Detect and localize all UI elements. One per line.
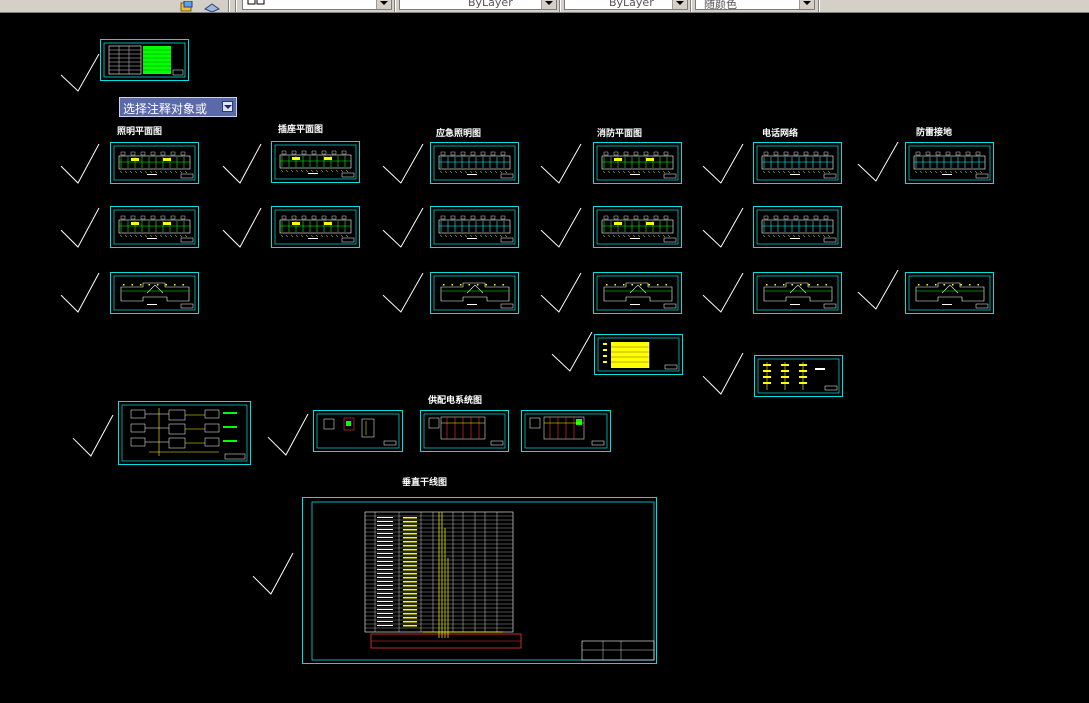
linetype-combo-value: ByLayer <box>468 0 513 9</box>
check-emergency-3-icon <box>382 272 424 314</box>
sheet-emergency-3[interactable] <box>430 272 519 314</box>
layer-combo[interactable] <box>242 0 392 10</box>
sheet-distribution-2[interactable] <box>420 410 509 452</box>
check-lighting-2-icon <box>60 207 100 249</box>
sheet-distribution-3[interactable] <box>521 410 611 452</box>
color-combo-value: 随颜色 <box>704 0 737 11</box>
sheet-lightning-3[interactable] <box>905 272 994 314</box>
lineweight-combo-value: ByLayer <box>609 0 654 9</box>
check-fire-1-icon <box>540 143 582 185</box>
sheet-weak-system[interactable] <box>754 355 843 397</box>
label-fire-plan: 消防平面图 <box>597 129 643 139</box>
sheet-distribution-1[interactable] <box>313 410 403 452</box>
sheet-fire-legend[interactable] <box>594 334 683 375</box>
check-emergency-2-icon <box>382 207 424 249</box>
sheet-power-system-main[interactable] <box>118 401 251 465</box>
sheet-lighting-1[interactable] <box>110 142 199 184</box>
layer-previous-icon[interactable] <box>203 0 221 12</box>
sheet-riser-diagram[interactable] <box>302 497 657 664</box>
label-power-system: 供配电系统图 <box>428 396 483 406</box>
sheet-socket-2[interactable] <box>271 206 360 248</box>
check-catalog-icon <box>60 53 100 93</box>
tooltip-text: 选择注释对象或 <box>123 102 208 116</box>
check-socket-2-icon <box>222 207 262 249</box>
sheet-socket-1[interactable] <box>271 141 360 183</box>
chevron-down-icon[interactable] <box>541 0 556 9</box>
check-lighting-1-icon <box>60 143 100 185</box>
sheet-emergency-1[interactable] <box>430 142 519 184</box>
sheet-weak-3[interactable] <box>753 272 842 314</box>
check-socket-1-icon <box>222 143 262 185</box>
check-lightning-1-icon <box>857 141 899 183</box>
label-socket-plan: 插座平面图 <box>278 125 324 135</box>
check-riser-icon <box>252 552 294 596</box>
label-weak-current: 电话网络 <box>762 129 799 139</box>
layer-states-icon[interactable] <box>180 0 194 12</box>
check-fire-2-icon <box>540 207 582 249</box>
check-lightning-3-icon <box>857 269 899 311</box>
check-fire-3-icon <box>540 272 582 314</box>
label-emergency-plan: 应急照明图 <box>436 129 482 139</box>
sheet-lighting-2[interactable] <box>110 206 199 248</box>
sheet-fire-1[interactable] <box>593 142 682 184</box>
chevron-down-icon[interactable] <box>799 0 814 9</box>
annotation-select-tooltip: 选择注释对象或 <box>119 97 237 117</box>
sheet-lighting-3[interactable] <box>110 272 199 314</box>
sheet-fire-2[interactable] <box>593 206 682 248</box>
sheet-catalog[interactable] <box>100 39 189 81</box>
check-fire-legend-icon <box>551 331 593 373</box>
check-weak-2-icon <box>702 207 744 249</box>
check-lighting-3-icon <box>60 272 100 314</box>
linetype-combo[interactable]: ByLayer <box>399 0 557 10</box>
check-weak-1-icon <box>702 143 744 185</box>
label-lighting-plan: 照明平面图 <box>117 127 163 137</box>
model-space-canvas[interactable]: 选择注释对象或 照明平面图 插座平面图 应急照明图 消防平面图 电话网络 防雷接… <box>0 13 1089 703</box>
sheet-emergency-2[interactable] <box>430 206 519 248</box>
chevron-down-icon[interactable] <box>672 0 687 9</box>
label-lightning-ground: 防雷接地 <box>916 128 953 138</box>
sheet-weak-1[interactable] <box>753 142 842 184</box>
sheet-weak-2[interactable] <box>753 206 842 248</box>
tooltip-dropdown-button[interactable] <box>222 101 233 112</box>
check-weak-system-icon <box>702 352 744 396</box>
color-combo[interactable]: 随颜色 <box>695 0 815 11</box>
check-emergency-1-icon <box>382 143 424 185</box>
label-riser-diagram: 垂直干线图 <box>402 478 448 488</box>
chevron-down-icon[interactable] <box>376 0 391 9</box>
lineweight-combo[interactable]: ByLayer <box>564 0 688 10</box>
sheet-fire-3[interactable] <box>593 272 682 314</box>
layer-combo-icon <box>247 0 267 9</box>
check-weak-3-icon <box>702 272 744 314</box>
properties-toolbar: ByLayer ByLayer 随颜色 <box>0 0 1089 13</box>
check-distribution-icon <box>267 413 309 457</box>
check-power-main-icon <box>72 414 114 458</box>
sheet-lightning-1[interactable] <box>905 142 994 184</box>
